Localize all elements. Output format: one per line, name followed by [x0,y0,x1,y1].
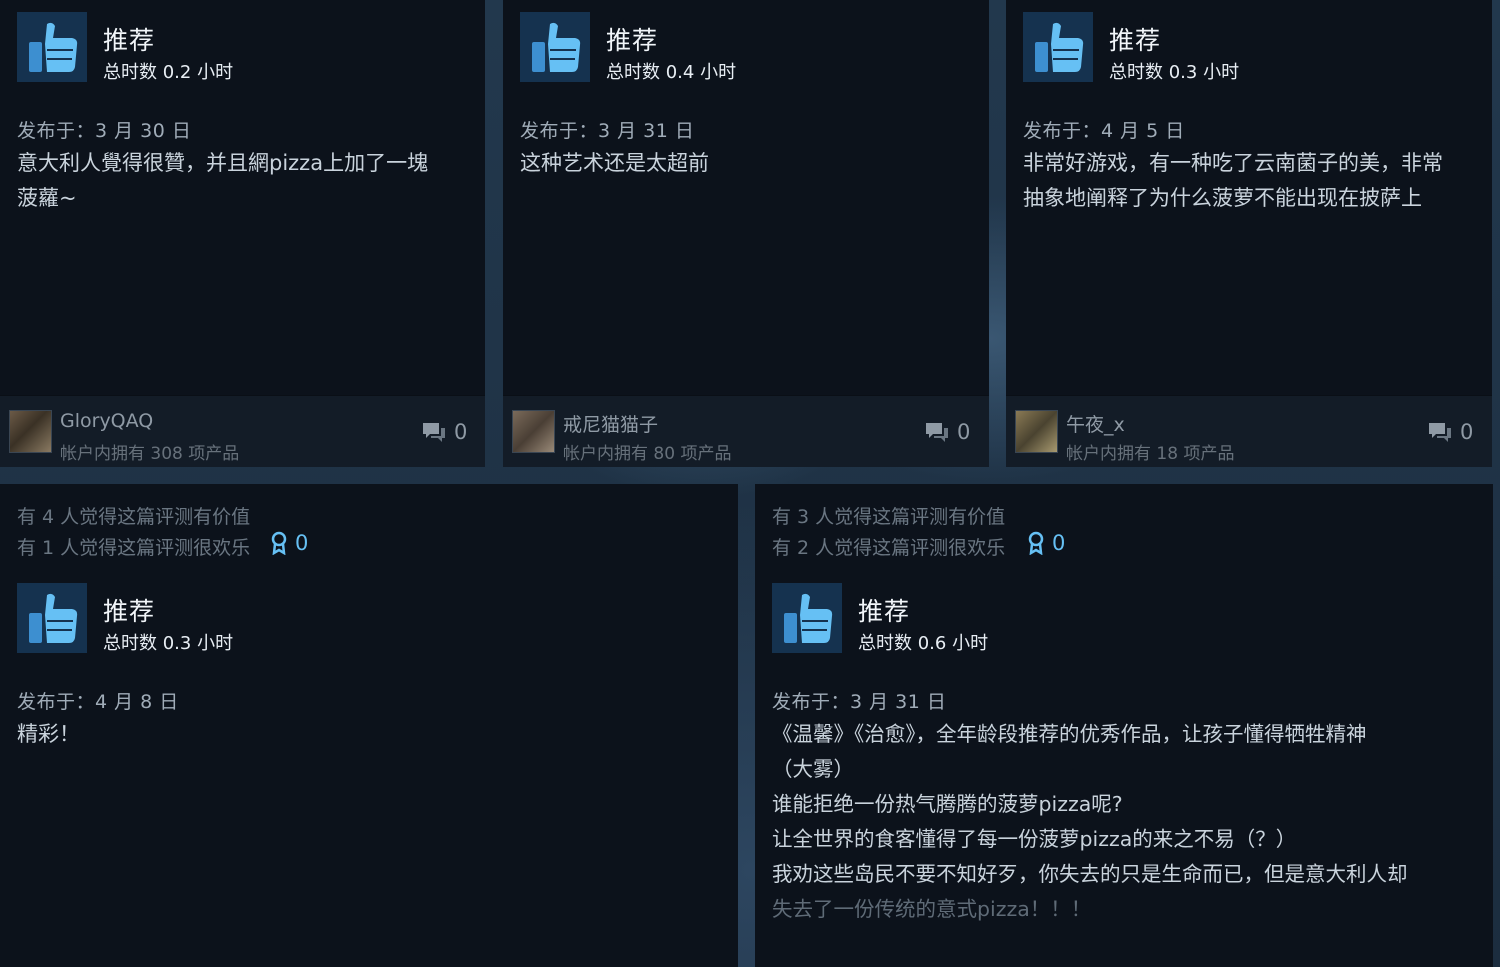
review-line: 精彩！ [17,722,80,746]
funny-count: 有 1 人觉得这篇评测很欢乐 [17,537,251,559]
award-count: 0 [295,531,309,555]
author-name[interactable]: 午夜_x [1066,410,1125,437]
products-owned: 帐户内拥有 18 项产品 [1066,444,1235,464]
review-body: 非常好游戏，有一种吃了云南菌子的美，非常 抽象地阐释了为什么菠萝不能出现在披萨上 [1023,146,1488,216]
review-line: 抽象地阐释了为什么菠萝不能出现在披萨上 [1023,186,1422,210]
avatar[interactable] [9,410,52,453]
playtime-hours: 总时数 0.2 小时 [103,62,234,83]
comment-bubble-icon[interactable] [421,421,447,445]
playtime-hours: 总时数 0.3 小时 [1109,62,1240,83]
posted-date: 发布于：4 月 5 日 [1023,120,1185,142]
products-owned: 帐户内拥有 80 项产品 [563,444,732,464]
posted-date: 发布于：3 月 31 日 [520,120,695,142]
review-line: 让全世界的食客懂得了每一份菠萝pizza的来之不易（？） [772,827,1297,851]
review-line: 《温馨》《治愈》，全年龄段推荐的优秀作品，让孩子懂得牺牲精神 [772,722,1367,746]
review-card: 有 4 人觉得这篇评测有价值 有 1 人觉得这篇评测很欢乐 0 推荐 总时数 0… [0,484,738,967]
thumbs-up-icon [520,12,590,82]
comment-count: 0 [1460,420,1474,444]
playtime-hours: 总时数 0.3 小时 [103,633,234,654]
review-body: 这种艺术还是太超前 [520,146,980,181]
author-footer: 戒尼猫猫子 帐户内拥有 80 项产品 0 [503,395,989,467]
review-body: 《温馨》《治愈》，全年龄段推荐的优秀作品，让孩子懂得牺牲精神 （大雾） 谁能拒绝… [772,717,1487,927]
thumbs-up-icon [772,583,842,653]
recommendation-label: 推荐 [103,26,156,55]
review-line: （大雾） [772,757,854,781]
review-line: 这种艺术还是太超前 [520,151,709,175]
thumbs-up-icon [1023,12,1093,82]
funny-count: 有 2 人觉得这篇评测很欢乐 [772,537,1006,559]
comment-count: 0 [454,420,468,444]
comment-count: 0 [957,420,971,444]
award-ribbon-icon[interactable] [1027,531,1045,555]
recommendation-label: 推荐 [858,597,911,626]
playtime-hours: 总时数 0.6 小时 [858,633,989,654]
review-card: 推荐 总时数 0.2 小时 发布于：3 月 30 日 意大利人覺得很贊，并且網p… [0,0,485,467]
review-line: 谁能拒绝一份热气腾腾的菠萝pizza呢? [772,792,1123,816]
review-line: 菠蘿~ [17,186,77,210]
playtime-hours: 总时数 0.4 小时 [606,62,737,83]
comment-bubble-icon[interactable] [924,421,950,445]
author-footer: GloryQAQ 帐户内拥有 308 项产品 0 [0,395,485,467]
review-line: 非常好游戏，有一种吃了云南菌子的美，非常 [1023,151,1443,175]
recommendation-label: 推荐 [606,26,659,55]
recommendation-label: 推荐 [103,597,156,626]
award-count: 0 [1052,531,1066,555]
avatar[interactable] [1015,410,1058,453]
author-footer: 午夜_x 帐户内拥有 18 项产品 0 [1006,395,1492,467]
posted-date: 发布于：3 月 30 日 [17,120,192,142]
author-name[interactable]: 戒尼猫猫子 [563,410,658,437]
posted-date: 发布于：4 月 8 日 [17,691,179,713]
review-card: 有 3 人觉得这篇评测有价值 有 2 人觉得这篇评测很欢乐 0 推荐 总时数 0… [755,484,1493,967]
thumbs-up-icon [17,583,87,653]
review-body: 精彩！ [17,717,717,752]
review-body: 意大利人覺得很贊，并且網pizza上加了一塊 菠蘿~ [17,146,477,216]
review-line: 我劝这些岛民不要不知好歹，你失去的只是生命而已，但是意大利人却 [772,862,1408,886]
products-owned: 帐户内拥有 308 项产品 [60,444,240,464]
review-card: 推荐 总时数 0.4 小时 发布于：3 月 31 日 这种艺术还是太超前 戒尼猫… [503,0,989,467]
helpful-count: 有 3 人觉得这篇评测有价值 [772,506,1006,528]
recommendation-label: 推荐 [1109,26,1162,55]
comment-bubble-icon[interactable] [1427,421,1453,445]
review-card: 推荐 总时数 0.3 小时 发布于：4 月 5 日 非常好游戏，有一种吃了云南菌… [1006,0,1492,467]
posted-date: 发布于：3 月 31 日 [772,691,947,713]
author-name[interactable]: GloryQAQ [60,410,153,432]
review-line: 意大利人覺得很贊，并且網pizza上加了一塊 [17,151,429,175]
review-line-faded: 失去了一份传统的意式pizza！！！ [772,897,1092,921]
thumbs-up-icon [17,12,87,82]
avatar[interactable] [512,410,555,453]
helpful-count: 有 4 人觉得这篇评测有价值 [17,506,251,528]
award-ribbon-icon[interactable] [270,531,288,555]
